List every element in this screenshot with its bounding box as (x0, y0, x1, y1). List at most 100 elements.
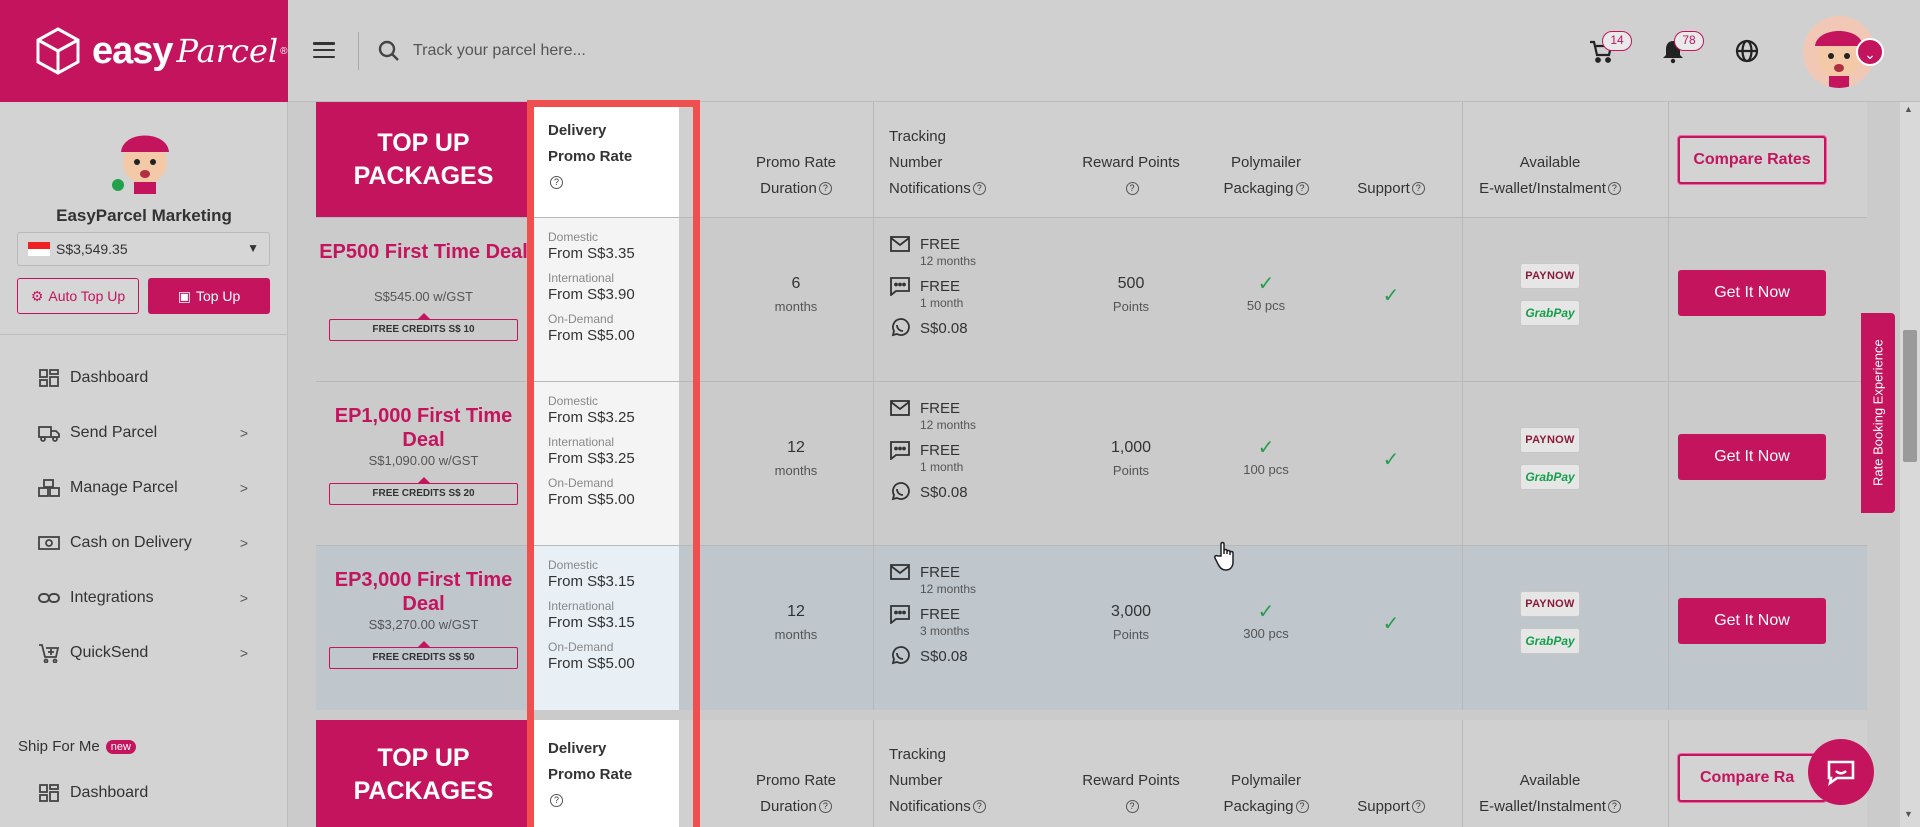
help-icon[interactable]: ? (1125, 800, 1139, 813)
header-text: Tracking (889, 746, 946, 763)
header-text: Delivery (548, 740, 607, 757)
sidebar-item-integrations[interactable]: Integrations > (0, 578, 288, 618)
globe-icon[interactable] (1734, 38, 1760, 64)
top-up-packages-title: TOP UP PACKAGES (316, 102, 531, 218)
promo-duration-header: Promo Rate Duration? (746, 150, 846, 202)
header-text: Polymailer (1230, 772, 1302, 789)
help-icon[interactable]: ? (1607, 182, 1621, 195)
compare-rates-button[interactable]: Compare Rates (1678, 136, 1826, 184)
table-row: EP1,000 First Time Deal S$1,090.00 w/GST… (316, 382, 1867, 546)
sidebar-item-label: Dashboard (70, 369, 149, 386)
help-icon[interactable]: ? (1411, 182, 1425, 195)
paynow-logo: PAYNOW (1520, 591, 1580, 617)
help-icon[interactable]: ? (972, 800, 986, 813)
help-icon[interactable]: ? (550, 176, 563, 189)
header-text: Support (1357, 180, 1410, 197)
title-line-2: PACKAGES (353, 162, 494, 190)
duration-cell: 12 months (746, 603, 846, 642)
header-text: E-wallet/Instalment (1479, 180, 1606, 197)
help-icon[interactable]: ? (818, 800, 832, 813)
duration-value: 12 (787, 603, 805, 620)
search-icon[interactable] (378, 40, 400, 62)
rate-value: From S$3.15 (548, 573, 635, 590)
scroll-up-arrow-icon[interactable]: ▲ (1904, 104, 1913, 114)
tracking-cell: FREE 12 months FREE 1 month S$0.08 (889, 234, 1069, 338)
scroll-down-arrow-icon[interactable]: ▼ (1904, 809, 1913, 819)
column-divider (873, 218, 874, 382)
email-notification: FREE (920, 235, 961, 253)
rate-value: From S$5.00 (548, 327, 635, 344)
get-it-now-button[interactable]: Get It Now (1678, 434, 1826, 480)
header-text: Duration (760, 180, 817, 197)
track-parcel-input[interactable] (413, 36, 913, 66)
chevron-right-icon: > (239, 590, 248, 606)
rate-value: From S$3.25 (548, 450, 635, 467)
cart-button[interactable]: 14 (1588, 31, 1632, 64)
hamburger-menu-icon[interactable] (313, 42, 335, 58)
polymailer-qty: 300 pcs (1243, 626, 1289, 641)
top-up-label: Top Up (195, 288, 241, 304)
tracking-header: Tracking Number Notifications? (889, 742, 986, 820)
logo-registered: ® (280, 45, 288, 57)
help-icon[interactable]: ? (972, 182, 986, 195)
email-icon (890, 400, 910, 416)
header-text: Promo Rate (755, 772, 837, 789)
help-icon[interactable]: ? (1295, 800, 1309, 813)
get-it-now-button[interactable]: Get It Now (1678, 270, 1826, 316)
balance-selector[interactable]: S$3,549.35 ▼ (17, 232, 270, 266)
column-divider (1668, 218, 1669, 382)
reward-points-cell: 3,000 Points (1076, 603, 1186, 642)
help-icon[interactable]: ? (550, 794, 563, 807)
compare-rates-button[interactable]: Compare Ra (1678, 754, 1826, 802)
reward-points-header: Reward Points ? (1076, 150, 1186, 202)
chevron-down-icon[interactable]: ⌄ (1856, 38, 1884, 66)
column-divider (1462, 546, 1463, 710)
sidebar-item-label: Cash on Delivery (70, 534, 192, 551)
chat-button[interactable] (1808, 739, 1874, 805)
help-icon[interactable]: ? (1607, 800, 1621, 813)
rate-value: From S$5.00 (548, 491, 635, 508)
scrollbar-thumb[interactable] (1903, 330, 1917, 462)
sidebar-item-quicksend[interactable]: QuickSend > (0, 633, 288, 673)
email-icon (890, 564, 910, 580)
column-divider (1668, 720, 1669, 827)
duration-unit: months (774, 463, 818, 478)
feedback-tab-label: Rate Booking Experience (1870, 339, 1886, 487)
notifications-button[interactable]: 78 (1660, 31, 1704, 64)
polymailer-cell: ✓ 100 pcs (1211, 438, 1321, 477)
sidebar-item-manage-parcel[interactable]: Manage Parcel > (0, 468, 288, 508)
sidebar-item-cash-on-delivery[interactable]: Cash on Delivery > (0, 523, 288, 563)
help-icon[interactable]: ? (1295, 182, 1309, 195)
scrollbar-track[interactable] (1900, 102, 1920, 827)
sidebar-item-dashboard[interactable]: Dashboard (0, 358, 288, 398)
sidebar-divider (0, 334, 288, 335)
help-icon[interactable]: ? (1411, 800, 1425, 813)
column-divider (1462, 218, 1463, 382)
top-up-button[interactable]: ▣ Top Up (148, 278, 270, 314)
rate-value: From S$3.35 (548, 245, 635, 262)
help-icon[interactable]: ? (818, 182, 832, 195)
rate-booking-feedback-tab[interactable]: Rate Booking Experience (1861, 313, 1895, 513)
title-line-2: PACKAGES (353, 777, 494, 805)
auto-top-up-button[interactable]: ⚙ Auto Top Up (17, 278, 139, 314)
sidebar-item-ship-dashboard[interactable]: Dashboard (0, 773, 288, 813)
column-divider (873, 382, 874, 546)
rate-value: From S$3.15 (548, 614, 635, 631)
boxes-icon (38, 479, 60, 497)
easyparcel-logo[interactable]: easy Parcel ® (0, 0, 288, 102)
chevron-down-icon: ▼ (247, 241, 259, 255)
help-icon[interactable]: ? (1125, 182, 1139, 195)
sidebar-item-send-parcel[interactable]: Send Parcel > (0, 413, 288, 453)
header-text: Notifications (889, 180, 971, 197)
sidebar-item-label: Manage Parcel (70, 479, 178, 496)
cash-icon (38, 536, 60, 550)
grabpay-logo: GrabPay (1520, 628, 1580, 654)
check-icon: ✓ (1257, 601, 1275, 623)
reward-points-header: Reward Points ? (1076, 768, 1186, 820)
column-divider (1668, 546, 1669, 710)
notification-count-badge: 78 (1674, 31, 1704, 51)
whatsapp-icon (891, 318, 910, 337)
get-it-now-button[interactable]: Get It Now (1678, 598, 1826, 644)
support-cell: ✓ (1336, 614, 1446, 635)
header-text: Notifications (889, 798, 971, 815)
